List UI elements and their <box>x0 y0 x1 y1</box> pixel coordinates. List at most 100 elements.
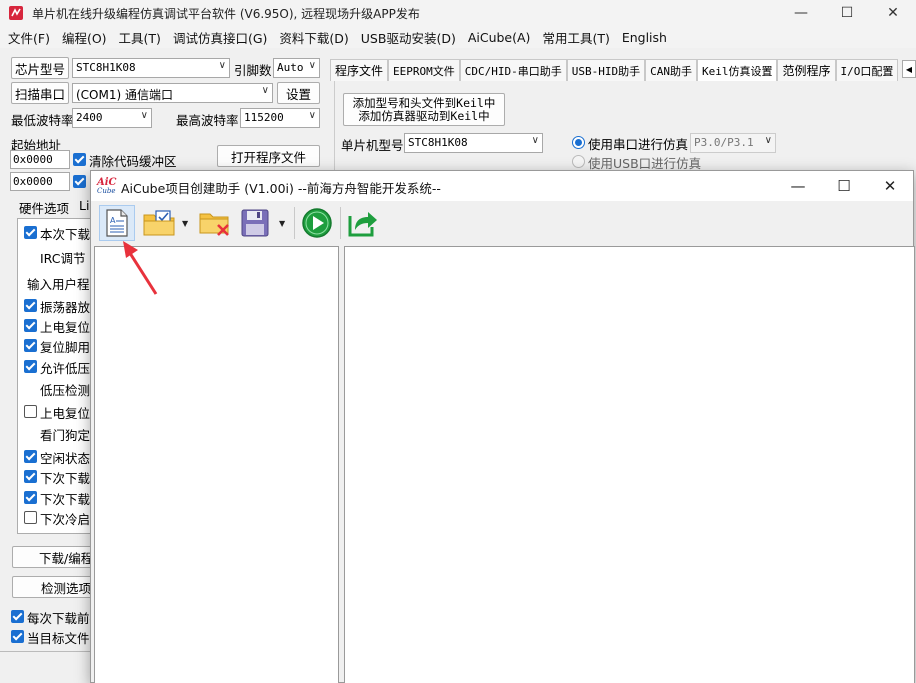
tab-program-file[interactable]: 程序文件 <box>330 59 389 81</box>
open-program-file-button[interactable]: 打开程序文件 <box>217 145 320 167</box>
close-button[interactable]: ✕ <box>870 0 916 26</box>
menu-bar: 文件(F) 编程(O) 工具(T) 调试仿真接口(G) 资料下载(D) USB驱… <box>0 26 916 48</box>
save-project-button[interactable] <box>237 205 273 241</box>
app-logo-icon <box>9 6 23 20</box>
chevron-down-icon: ∨ <box>261 85 269 96</box>
hw-option-label-7: 允许低压 <box>40 361 91 376</box>
hw-option-checkbox-7[interactable] <box>24 360 37 373</box>
dialog-maximize-button[interactable]: ☐ <box>821 171 867 201</box>
dialog-title: AiCube项目创建助手 (V1.00i) --前海方舟智能开发系统-- <box>121 181 441 196</box>
max-baud-select[interactable]: 115200 ∨ <box>240 108 320 128</box>
chevron-down-icon: ∨ <box>308 110 316 121</box>
auto-reload-checkbox[interactable] <box>11 630 24 643</box>
tab-sample-programs[interactable]: 范例程序 <box>777 59 836 81</box>
clear-buffer-label: 清除代码缓冲区 <box>89 154 177 169</box>
hw-option-checkbox-9[interactable] <box>24 405 37 418</box>
project-content-pane[interactable] <box>344 246 915 683</box>
mcu-model-label: 单片机型号 <box>341 138 404 153</box>
min-baud-value: 2400 <box>76 111 103 124</box>
right-tab-bar: 程序文件 EEPROM文件 CDC/HID-串口助手 USB-HID助手 CAN… <box>330 59 916 81</box>
serial-port-select[interactable]: (COM1) 通信端口 ∨ <box>72 83 273 103</box>
tab-eeprom-file[interactable]: EEPROM文件 <box>388 59 460 81</box>
add-header-to-keil-label: 添加型号和头文件到Keil中 <box>352 95 496 110</box>
menu-file[interactable]: 文件(F) <box>2 28 56 47</box>
mcu-model-select[interactable]: STC8H1K08 ∨ <box>404 133 543 153</box>
annotation-arrow-icon <box>123 241 158 295</box>
check-options-label: 检测选项 <box>41 580 92 596</box>
max-baud-value: 115200 <box>244 111 284 124</box>
hw-option-checkbox-11[interactable] <box>24 450 37 463</box>
hw-option-checkbox-4[interactable] <box>24 299 37 312</box>
chip-model-button[interactable]: 芯片型号 <box>11 57 69 79</box>
maximize-button[interactable]: ☐ <box>824 0 870 26</box>
scan-port-button[interactable]: 扫描串口 <box>11 82 69 104</box>
sim-port-value: P3.0/P3.1 <box>694 136 754 149</box>
menu-aicube[interactable]: AiCube(A) <box>462 30 537 45</box>
aicube-dialog: AiC Cube AiCube项目创建助手 (V1.00i) --前海方舟智能开… <box>90 170 915 683</box>
clear-buffer-checkbox[interactable] <box>73 153 86 166</box>
open-project-button[interactable] <box>141 205 177 241</box>
start-address-input-2[interactable]: 0x0000 <box>10 172 70 191</box>
chip-model-select[interactable]: STC8H1K08 ∨ <box>72 58 230 78</box>
menu-english[interactable]: English <box>616 30 673 45</box>
min-baud-label: 最低波特率 <box>11 113 74 128</box>
save-dropdown-arrow-icon[interactable]: ▼ <box>279 219 287 228</box>
hw-option-label-8: 低压检测 <box>40 383 91 398</box>
port-settings-button[interactable]: 设置 <box>277 82 320 104</box>
serial-sim-radio[interactable] <box>572 136 585 149</box>
project-tree-pane[interactable] <box>94 246 339 683</box>
export-button[interactable] <box>345 205 381 241</box>
menu-usb-driver[interactable]: USB驱动安装(D) <box>355 28 462 47</box>
menu-program[interactable]: 编程(O) <box>56 28 113 47</box>
start-address-input-1[interactable]: 0x0000 <box>10 150 70 169</box>
hw-option-checkbox-13[interactable] <box>24 491 37 504</box>
open-dropdown-arrow-icon[interactable]: ▼ <box>182 219 190 228</box>
tab-scroll-arrows[interactable]: ◀ <box>902 60 916 78</box>
tab-can[interactable]: CAN助手 <box>645 59 697 81</box>
toolbar-separator <box>340 207 341 239</box>
download-program-label: 下载/编程 <box>39 550 94 566</box>
tab-hardware-options[interactable]: 硬件选项 <box>19 198 69 217</box>
sim-port-select[interactable]: P3.0/P3.1 ∨ <box>690 133 776 153</box>
menu-downloads[interactable]: 资料下载(D) <box>273 28 354 47</box>
hw-option-label-10: 看门狗定 <box>40 428 91 443</box>
address-checkbox-2[interactable] <box>73 175 86 188</box>
min-baud-select[interactable]: 2400 ∨ <box>72 108 152 128</box>
tab-io-config[interactable]: I/O口配置 <box>835 59 899 81</box>
dialog-minimize-button[interactable]: — <box>775 171 821 201</box>
tab-next[interactable]: Li <box>79 198 89 213</box>
tab-cdc-hid-serial[interactable]: CDC/HID-串口助手 <box>459 59 567 81</box>
hw-option-checkbox-12[interactable] <box>24 470 37 483</box>
hw-option-label-1: 本次下载 <box>40 227 91 242</box>
usb-sim-radio[interactable] <box>572 155 585 168</box>
aicube-logo-icon: AiC Cube <box>97 177 119 196</box>
download-reload-checkbox[interactable] <box>11 610 24 623</box>
dialog-close-button[interactable]: ✕ <box>867 171 913 201</box>
tab-keil-sim-settings[interactable]: Keil仿真设置 <box>696 59 778 81</box>
hw-option-label-4: 振荡器放 <box>40 300 91 315</box>
chevron-down-icon: ∨ <box>531 135 539 146</box>
hw-option-checkbox-14[interactable] <box>24 511 37 524</box>
close-project-button[interactable] <box>197 205 233 241</box>
delete-folder-icon <box>199 213 229 236</box>
aicube-logo-top: AiC <box>97 177 117 188</box>
minimize-button[interactable]: — <box>778 0 824 26</box>
hw-option-checkbox-6[interactable] <box>24 339 37 352</box>
add-to-keil-button[interactable]: 添加型号和头文件到Keil中 添加仿真器驱动到Keil中 <box>343 93 505 126</box>
chevron-down-icon: ∨ <box>308 60 316 71</box>
new-project-button[interactable]: A <box>99 205 135 241</box>
pin-count-select[interactable]: Auto ∨ <box>273 58 320 78</box>
hw-option-label-6: 复位脚用 <box>40 340 91 355</box>
chevron-down-icon: ∨ <box>140 110 148 121</box>
menu-debug-interface[interactable]: 调试仿真接口(G) <box>167 28 273 47</box>
max-baud-label: 最高波特率 <box>176 113 239 128</box>
run-icon <box>302 208 332 238</box>
hw-option-checkbox-1[interactable] <box>24 226 37 239</box>
menu-tools[interactable]: 工具(T) <box>113 28 167 47</box>
menu-common-tools[interactable]: 常用工具(T) <box>536 28 615 47</box>
pin-count-value: Auto <box>277 61 304 74</box>
tab-usb-hid[interactable]: USB-HID助手 <box>566 59 646 81</box>
hw-option-checkbox-5[interactable] <box>24 319 37 332</box>
hw-option-label-9: 上电复位 <box>40 406 91 421</box>
run-button[interactable] <box>299 205 335 241</box>
